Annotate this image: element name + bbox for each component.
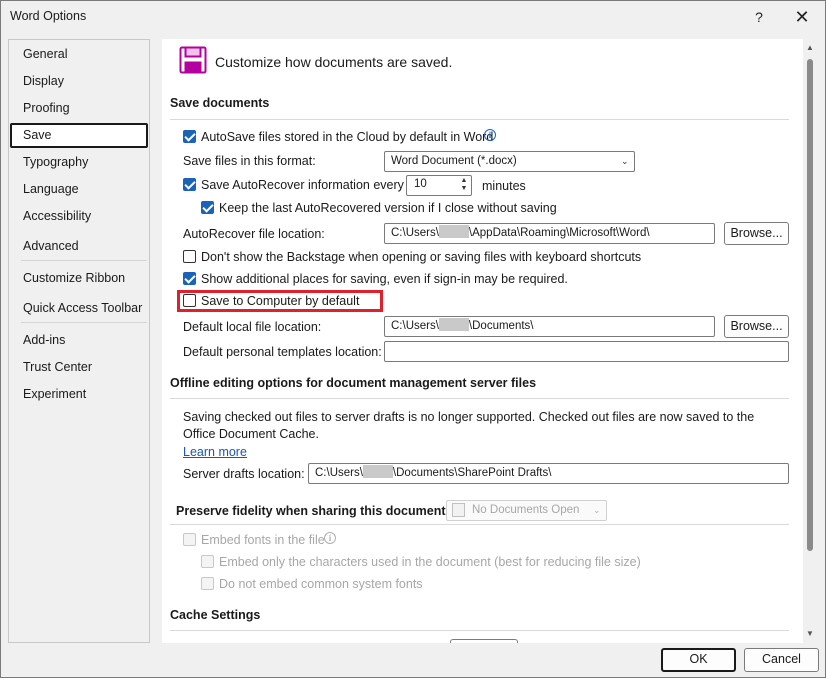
document-select-value: No Documents Open [472,504,580,516]
server-drafts-label: Server drafts location: [183,467,305,481]
server-drafts-field[interactable]: C:\Users\ \Documents\SharePoint Drafts\ [308,463,789,484]
nav-item-accessibility[interactable]: Accessibility [10,204,148,229]
nav-divider [21,322,147,323]
nav-item-proofing[interactable]: Proofing [10,96,148,121]
redacted-username [438,225,469,238]
spinner-arrows[interactable]: ▲ ▼ [459,177,469,193]
help-button[interactable]: ? [744,5,774,29]
word-options-dialog: Word Options ? ✕ General Display Proofin… [0,0,826,678]
title-bar: Word Options ? ✕ [1,1,825,33]
ok-button[interactable]: OK [661,648,736,672]
nav-item-experiment[interactable]: Experiment [10,382,148,407]
save-format-dropdown[interactable]: Word Document (*.docx) [384,151,635,172]
path-prefix: C:\Users\ [391,227,439,239]
autorecover-location-field[interactable]: C:\Users\ \AppData\Roaming\Microsoft\Word… [384,223,715,244]
path-suffix: \Documents\SharePoint Drafts\ [392,467,552,479]
no-common-fonts-checkbox[interactable] [201,577,214,590]
nav-item-trust-center[interactable]: Trust Center [10,355,148,380]
section-title-preserve-fidelity: Preserve fidelity when sharing this docu… [176,504,450,518]
default-local-location-label: Default local file location: [183,320,322,334]
section-title-save-documents: Save documents [170,96,270,110]
section-divider [170,630,789,631]
chevron-down-icon: ⌄ [593,505,601,515]
scrollbar-thumb[interactable] [807,59,813,551]
info-icon[interactable]: i [484,129,496,141]
nav-divider [21,260,147,261]
default-templates-label: Default personal templates location: [183,345,382,359]
nav-item-language[interactable]: Language [10,177,148,202]
path-suffix: \Documents\ [468,320,534,332]
embed-only-used-checkbox[interactable] [201,555,214,568]
page-header-text: Customize how documents are saved. [215,54,453,70]
default-templates-field[interactable] [384,341,789,362]
section-title-cache-settings: Cache Settings [170,608,261,622]
nav-item-advanced[interactable]: Advanced [10,234,148,259]
dont-show-backstage-checkbox[interactable] [183,250,196,263]
path-prefix: C:\Users\ [315,467,363,479]
nav-item-general[interactable]: General [10,42,148,67]
nav-item-add-ins[interactable]: Add-ins [10,328,148,353]
browse-default-local-button[interactable]: Browse... [724,315,789,338]
info-icon[interactable]: i [324,532,336,544]
additional-places-label: Show additional places for saving, even … [201,272,568,286]
section-divider [170,119,789,120]
offline-note: Saving checked out files to server draft… [183,410,755,441]
path-prefix: C:\Users\ [391,320,439,332]
save-to-computer-label: Save to Computer by default [201,294,360,308]
options-nav: General Display Proofing Save Typography… [8,39,150,643]
embed-only-used-label: Embed only the characters used in the do… [219,555,641,569]
cancel-button[interactable]: Cancel [744,648,819,672]
keep-last-autorecovered-checkbox[interactable] [201,201,214,214]
nav-item-display[interactable]: Display [10,69,148,94]
section-title-offline-editing: Offline editing options for document man… [170,376,537,390]
minutes-label: minutes [482,179,526,193]
document-icon [452,503,465,517]
autorecover-label: Save AutoRecover information every [201,178,404,192]
autosave-checkbox[interactable] [183,130,196,143]
nav-item-save[interactable]: Save [10,123,148,148]
save-format-value: Word Document (*.docx) [391,155,517,167]
learn-more-link[interactable]: Learn more [183,445,247,459]
nav-item-typography[interactable]: Typography [10,150,148,175]
autorecover-checkbox[interactable] [183,178,196,191]
document-select-dropdown[interactable]: No Documents Open [446,500,607,521]
content-scrollbar[interactable]: ▲ ▼ [803,39,817,643]
scroll-up-arrow-icon[interactable]: ▲ [805,43,815,53]
redacted-username [362,465,393,478]
autorecover-minutes-spinner[interactable]: 10 ▲ ▼ [406,175,472,196]
dont-show-backstage-label: Don't show the Backstage when opening or… [201,250,642,264]
keep-last-autorecovered-label: Keep the last AutoRecovered version if I… [219,201,557,215]
dialog-title: Word Options [10,9,87,23]
autorecover-location-label: AutoRecover file location: [183,227,325,241]
path-suffix: \AppData\Roaming\Microsoft\Word\ [468,227,650,239]
nav-item-quick-access-toolbar[interactable]: Quick Access Toolbar [10,296,148,321]
save-icon [179,46,207,74]
chevron-down-icon: ⌄ [621,156,629,166]
nav-item-customize-ribbon[interactable]: Customize Ribbon [10,266,148,291]
default-local-location-field[interactable]: C:\Users\ \Documents\ [384,316,715,337]
additional-places-checkbox[interactable] [183,272,196,285]
redacted-username [438,318,469,331]
autosave-label: AutoSave files stored in the Cloud by de… [201,130,494,144]
scroll-down-arrow-icon[interactable]: ▼ [805,629,815,639]
section-divider [170,524,789,525]
format-label: Save files in this format: [183,154,316,168]
save-to-computer-checkbox[interactable] [183,294,196,307]
close-button[interactable]: ✕ [787,5,817,29]
no-common-fonts-label: Do not embed common system fonts [219,577,423,591]
section-divider [170,398,789,399]
embed-fonts-checkbox[interactable] [183,533,196,546]
autorecover-minutes-value: 10 [414,178,427,190]
embed-fonts-label: Embed fonts in the file [201,533,325,547]
cache-control-partial [450,639,518,643]
browse-autorecover-button[interactable]: Browse... [724,222,789,245]
